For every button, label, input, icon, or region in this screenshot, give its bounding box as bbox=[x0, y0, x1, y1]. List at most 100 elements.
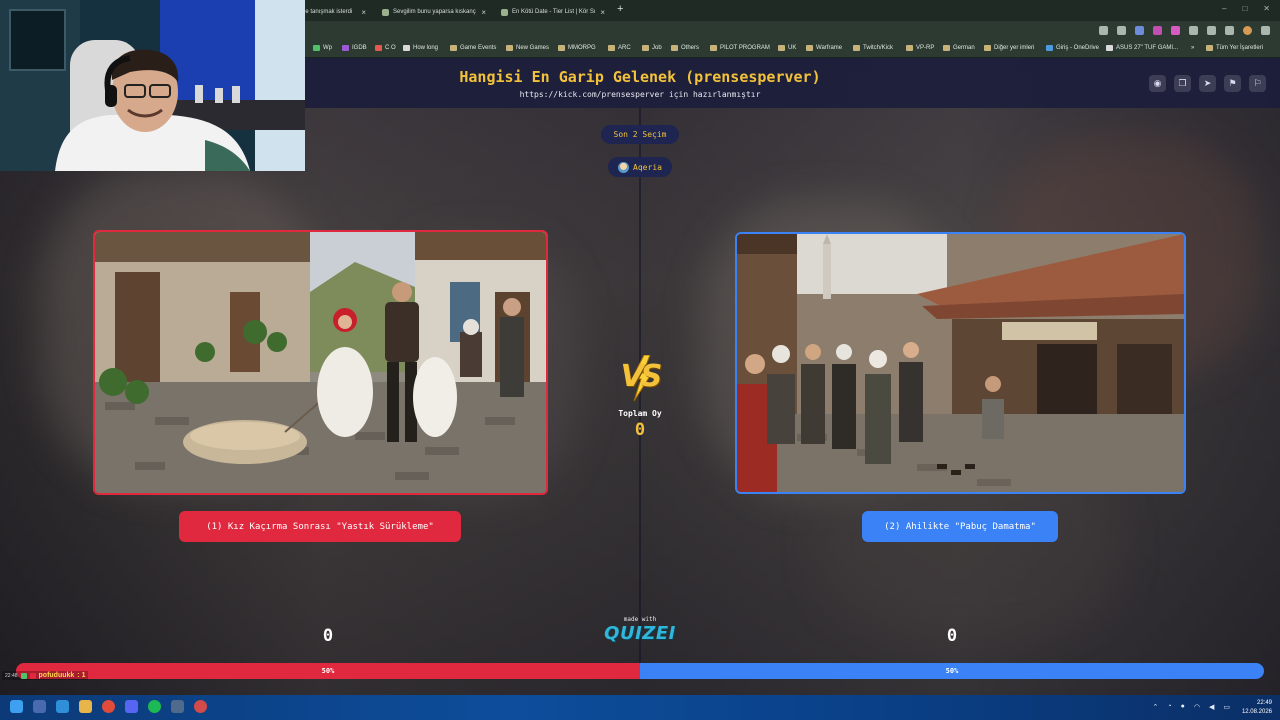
bookmark-item[interactable]: Wp bbox=[313, 45, 332, 51]
browser-tab[interactable]: le tanışmak isterdi × bbox=[300, 3, 370, 21]
wifi-icon[interactable]: ◠ bbox=[1194, 703, 1200, 711]
browser-tab[interactable]: En Kötü Date - Tier List | Kör Sı × bbox=[497, 3, 609, 21]
folder-icon bbox=[906, 45, 913, 51]
badge-icon bbox=[29, 672, 36, 679]
folder-icon bbox=[642, 45, 649, 51]
puzzle-icon[interactable] bbox=[1207, 26, 1216, 35]
total-votes-label: Toplam Oy bbox=[618, 409, 662, 418]
extension-icon[interactable] bbox=[1153, 26, 1162, 35]
bookmark-folder[interactable]: Warframe bbox=[806, 45, 842, 51]
close-window-button[interactable]: ✕ bbox=[1263, 4, 1270, 13]
side-panel-icon[interactable] bbox=[1225, 26, 1234, 35]
bookmark-folder[interactable]: New Games bbox=[506, 45, 549, 51]
close-icon[interactable]: × bbox=[361, 8, 366, 17]
extension-icon[interactable] bbox=[1189, 26, 1198, 35]
round-label: Son 2 Seçim bbox=[613, 130, 667, 139]
bookmark-item[interactable]: ASUS 27" TUF GAMI... bbox=[1106, 45, 1178, 51]
file-explorer-icon[interactable] bbox=[79, 700, 92, 713]
taskbar-clock[interactable]: 22:49 12.08.2026 bbox=[1242, 699, 1272, 717]
option-2-progress: 50% bbox=[640, 663, 1264, 679]
option-1-vote-button[interactable]: (1) Kız Kaçırma Sonrası "Yastık Sürüklem… bbox=[179, 511, 461, 542]
minimize-button[interactable]: – bbox=[1222, 4, 1226, 13]
copy-icon[interactable]: ❐ bbox=[1174, 75, 1191, 92]
bazaar-street-image bbox=[737, 234, 1184, 492]
folder-icon bbox=[558, 45, 565, 51]
chat-time: 22:48 bbox=[5, 672, 18, 679]
chrome-icon[interactable] bbox=[102, 700, 115, 713]
taskbar-apps bbox=[10, 700, 207, 713]
vs-badge: VS bbox=[612, 355, 668, 401]
option-2-image-card[interactable] bbox=[735, 232, 1186, 494]
total-votes-count: 0 bbox=[634, 420, 646, 440]
tab-favicon-icon bbox=[382, 8, 389, 16]
bookmark-folder[interactable]: Others bbox=[671, 45, 699, 51]
chat-username: pofuduukk bbox=[38, 672, 75, 679]
maximize-button[interactable]: □ bbox=[1242, 4, 1247, 13]
bookmark-folder[interactable]: Job bbox=[642, 45, 662, 51]
close-icon[interactable]: × bbox=[600, 8, 605, 17]
hide-eye-icon[interactable] bbox=[1099, 26, 1108, 35]
bookmark-folder[interactable]: Diğer yer imleri bbox=[984, 45, 1034, 51]
folder-icon bbox=[943, 45, 950, 51]
bookmark-folder[interactable]: Twitch/Kick bbox=[853, 45, 893, 51]
all-bookmarks-folder[interactable]: Tüm Yer İşaretleri bbox=[1206, 45, 1263, 51]
bookmark-folder[interactable]: UK bbox=[778, 45, 796, 51]
folder-icon bbox=[1206, 45, 1213, 51]
eye-icon[interactable]: ◉ bbox=[1149, 75, 1166, 92]
option-1-image-card[interactable] bbox=[93, 230, 548, 495]
windows-start-icon[interactable] bbox=[10, 700, 23, 713]
folder-icon bbox=[710, 45, 717, 51]
bookmark-star-icon[interactable] bbox=[1117, 26, 1126, 35]
badge-icon bbox=[20, 672, 27, 679]
search-icon[interactable] bbox=[33, 700, 46, 713]
option-2-vote-button[interactable]: (2) Ahilikte "Pabuç Damatma" bbox=[862, 511, 1058, 542]
volume-icon[interactable]: ◀ bbox=[1209, 703, 1214, 711]
bookmark-folder[interactable]: German bbox=[943, 45, 975, 51]
discord-icon[interactable] bbox=[125, 700, 138, 713]
bookmark-item[interactable]: C O bbox=[375, 45, 396, 51]
folder-icon bbox=[984, 45, 991, 51]
site-icon bbox=[403, 45, 410, 51]
system-tray: ⌃ ◔ ● ◠ ◀ ▭ bbox=[1153, 703, 1230, 711]
browser-tab[interactable]: Sevgilim bunu yaparsa kıskanç × bbox=[378, 3, 490, 21]
bookmark-item[interactable]: How long bbox=[403, 45, 438, 51]
quizei-logo[interactable]: QUIZEI bbox=[594, 623, 686, 644]
report-icon[interactable]: ⚐ bbox=[1249, 75, 1266, 92]
whatsapp-icon bbox=[313, 45, 320, 51]
send-icon[interactable]: ➤ bbox=[1199, 75, 1216, 92]
wedding-street-image bbox=[95, 232, 546, 493]
battery-icon[interactable]: ▭ bbox=[1223, 703, 1230, 711]
extension-icon[interactable] bbox=[1171, 26, 1180, 35]
site-icon bbox=[342, 45, 349, 51]
extension-icon[interactable] bbox=[1135, 26, 1144, 35]
streamer-webcam bbox=[0, 0, 305, 171]
bookmark-item[interactable]: Giriş - OneDrive bbox=[1046, 45, 1099, 51]
network-icon[interactable]: ◔ bbox=[1167, 703, 1171, 711]
folder-icon bbox=[608, 45, 615, 51]
app-icon[interactable] bbox=[171, 700, 184, 713]
chat-overlay-message: 22:48 pofuduukk : 1 bbox=[2, 671, 89, 680]
bookmark-item[interactable]: IGDB bbox=[342, 45, 367, 51]
vote-progress-bar: 50% 50% bbox=[16, 663, 1264, 679]
user-label: Aqeria bbox=[633, 162, 662, 172]
new-tab-button[interactable]: + bbox=[617, 3, 623, 15]
tab-label: le tanışmak isterdi bbox=[304, 9, 353, 15]
webcam-feed-image bbox=[0, 0, 305, 171]
bookmark-folder[interactable]: MMORPG bbox=[558, 45, 596, 51]
bookmark-folder[interactable]: ARC bbox=[608, 45, 631, 51]
edge-icon[interactable] bbox=[56, 700, 69, 713]
chrome-active-icon[interactable] bbox=[194, 700, 207, 713]
spotify-icon[interactable] bbox=[148, 700, 161, 713]
bookmarks-overflow-button[interactable]: » bbox=[1191, 45, 1194, 51]
avatar bbox=[618, 161, 630, 173]
menu-icon[interactable] bbox=[1261, 26, 1270, 35]
bookmark-folder[interactable]: VP-RP bbox=[906, 45, 934, 51]
chevron-up-icon[interactable]: ⌃ bbox=[1153, 703, 1159, 711]
mic-icon[interactable]: ● bbox=[1181, 703, 1185, 711]
profile-avatar[interactable] bbox=[1243, 26, 1252, 35]
flag-icon[interactable]: ⚑ bbox=[1224, 75, 1241, 92]
close-icon[interactable]: × bbox=[481, 8, 486, 17]
bookmark-folder[interactable]: Game Events bbox=[450, 45, 496, 51]
site-icon bbox=[1046, 45, 1053, 51]
bookmark-folder[interactable]: PILOT PROGRAM bbox=[710, 45, 770, 51]
